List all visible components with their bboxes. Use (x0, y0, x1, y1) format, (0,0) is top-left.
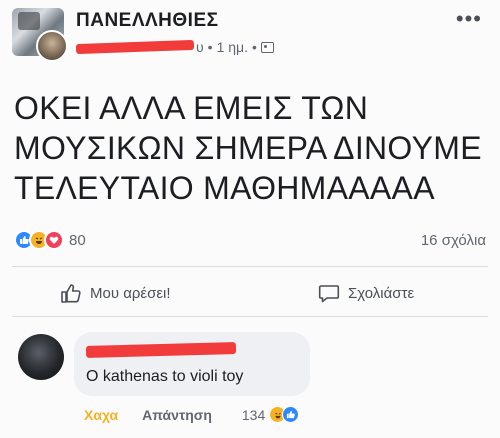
post-text-line: ΤΕΛΕΥΤΑΙΟ ΜΑΘΗΜΑΑΑΑΑ (14, 170, 435, 206)
comment-reaction-button[interactable]: Χαχα (84, 407, 118, 423)
thumbs-up-icon (61, 284, 81, 303)
like-reaction-icon (282, 406, 300, 423)
comment-bubble-icon (318, 285, 340, 303)
post-meta: υ • 1 ημ. • (75, 38, 274, 56)
comment-button[interactable]: Σχολιάστε (318, 282, 414, 304)
reactions-summary[interactable]: 80 (14, 230, 86, 250)
group-privacy-icon (260, 41, 274, 53)
commenter-avatar[interactable] (18, 334, 64, 380)
reply-button[interactable]: Απάντηση (142, 407, 212, 423)
post-text: ΟΚΕΙ ΑΛΛΑ ΕΜΕΙΣ ΤΩΝ ΜΟΥΣΙΚΩΝ ΣΗΜΕΡΑ ΔΙΝΟ… (14, 88, 494, 208)
comments-count[interactable]: 16 σχόλια (421, 232, 486, 249)
like-button-label: Μου αρέσει! (90, 284, 171, 302)
more-icon[interactable]: ••• (456, 8, 482, 30)
post-avatars[interactable] (12, 8, 68, 62)
comment-bubble: O kathenas to violi toy (74, 332, 310, 396)
meta-separator: • (251, 39, 257, 55)
post-text-line: ΟΚΕΙ ΑΛΛΑ ΕΜΕΙΣ ΤΩΝ (14, 90, 369, 126)
comment-text: O kathenas to violi toy (86, 368, 244, 385)
author-avatar[interactable] (36, 30, 68, 62)
love-reaction-icon (44, 230, 64, 250)
comment-button-label: Σχολιάστε (348, 284, 415, 302)
divider (12, 316, 488, 317)
divider (12, 266, 488, 267)
post-text-line: ΜΟΥΣΙΚΩΝ ΣΗΜΕΡΑ ΔΙΝΟΥΜΕ (14, 130, 482, 166)
group-name[interactable]: ΠΑΝΕΛΛΗΘΙΕΣ (76, 10, 219, 32)
comment-actions: Χαχα Απάντηση 134 (84, 406, 300, 423)
redacted-author-name (75, 39, 195, 55)
reaction-count[interactable]: 80 (69, 232, 86, 249)
meta-separator: • (207, 39, 213, 55)
author-name-tail[interactable]: υ (196, 39, 204, 55)
post-card: ΠΑΝΕΛΛΗΘΙΕΣ υ • 1 ημ. • ••• ΟΚΕΙ ΑΛΛΑ ΕΜ… (0, 0, 500, 438)
post-time[interactable]: 1 ημ. (217, 39, 248, 55)
redacted-commenter-name (85, 342, 237, 358)
like-button[interactable]: Μου αρέσει! (60, 282, 171, 304)
comment-reaction-count[interactable]: 134 (242, 407, 265, 423)
